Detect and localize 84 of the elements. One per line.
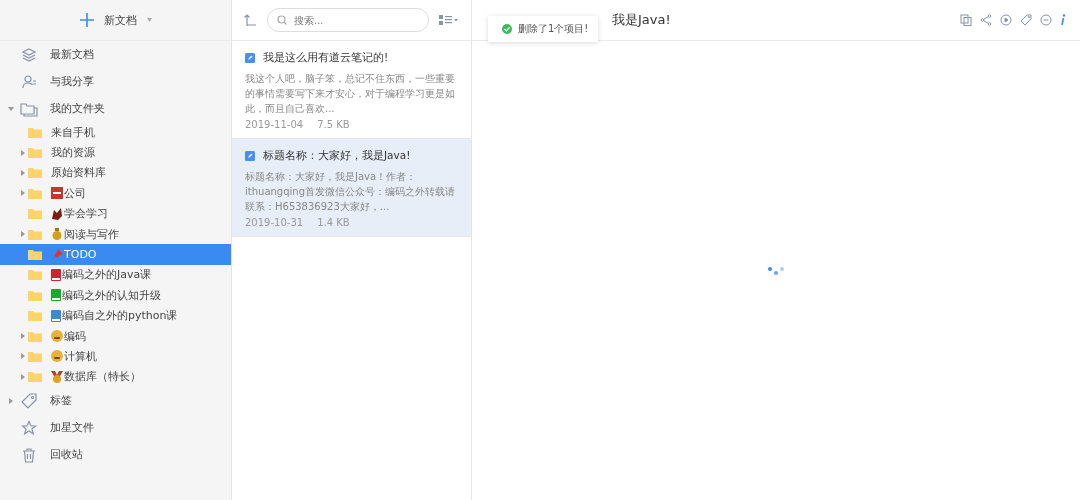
toast-message: 删除了1个项目! xyxy=(518,22,589,36)
note-icon xyxy=(245,53,255,63)
caret-right-icon[interactable] xyxy=(20,373,26,380)
folder-icon xyxy=(28,269,42,281)
sidebar-item[interactable]: 最新文档 xyxy=(50,47,94,62)
folder-icon xyxy=(28,289,42,301)
folder-icon xyxy=(28,249,42,261)
list-view-icon[interactable] xyxy=(439,15,459,25)
sidebar-item[interactable]: 与我分享 xyxy=(50,74,94,89)
note-date: 2019-11-04 xyxy=(245,119,304,130)
folder-item[interactable]: 编码 xyxy=(64,328,86,344)
no-entry-icon xyxy=(51,187,63,200)
folder-icon xyxy=(28,330,42,342)
sidebar-item[interactable]: 加星文件 xyxy=(50,420,94,436)
caret-down-icon[interactable] xyxy=(8,105,14,112)
smiley-icon xyxy=(51,350,63,363)
folder-item[interactable]: 我的资源 xyxy=(51,145,95,161)
caret-right-icon[interactable] xyxy=(20,353,26,360)
caret-right-icon[interactable] xyxy=(20,333,26,340)
trash-icon xyxy=(21,446,37,463)
caret-right-icon[interactable] xyxy=(20,169,26,176)
copy-icon[interactable] xyxy=(960,14,972,26)
folder-icon xyxy=(28,167,42,179)
share-icon[interactable] xyxy=(980,14,992,26)
caret-right-icon[interactable] xyxy=(8,397,14,404)
tag-icon[interactable] xyxy=(1020,14,1032,26)
note-title: 我是这么用有道云笔记的! xyxy=(263,51,389,65)
folder-icon xyxy=(28,228,42,240)
folder-icon xyxy=(28,310,42,322)
note-title: 标题名称：大家好，我是Java! xyxy=(263,149,411,163)
caret-down-icon xyxy=(146,18,152,22)
note-title: 我是Java! xyxy=(612,11,671,29)
smiley-icon xyxy=(51,330,63,343)
folder-item[interactable]: 编码之外的认知升级 xyxy=(62,287,161,303)
folder-item[interactable]: 学会学习 xyxy=(64,206,108,222)
star-icon xyxy=(21,419,37,436)
book-icon xyxy=(51,268,61,281)
note-date: 2019-10-31 xyxy=(245,217,304,228)
tag-icon xyxy=(21,392,37,409)
play-icon[interactable] xyxy=(1000,14,1012,26)
folder-icon xyxy=(28,208,42,220)
note-card[interactable]: 标题名称：大家好，我是Java! 标题名称：大家好，我是Java！作者：ithuangqing首发微信公众号：编码之外转载请联系：H653836923大家好，... 2019-10-31 1.4 KB xyxy=(232,139,471,237)
folder-item[interactable]: 计算机 xyxy=(64,349,97,364)
sidebar-item[interactable]: 回收站 xyxy=(50,447,83,463)
caret-right-icon[interactable] xyxy=(20,149,26,156)
folder-item[interactable]: 数据库（特长） xyxy=(64,369,141,385)
folder-icon xyxy=(28,187,42,199)
pushpin-icon xyxy=(51,248,63,261)
folder-icon xyxy=(28,147,42,159)
folder-item[interactable]: 编码自之外的python课 xyxy=(62,308,178,324)
folder-item[interactable]: 原始资料库 xyxy=(51,165,106,181)
folder-item[interactable]: 公司 xyxy=(64,185,86,201)
info-icon[interactable] xyxy=(1060,14,1066,26)
person-icon xyxy=(21,73,37,90)
splash-icon xyxy=(51,207,63,220)
new-document-button[interactable]: 新文档 xyxy=(75,8,156,32)
money-bag-icon xyxy=(51,228,63,241)
search-field[interactable]: 搜索... xyxy=(267,8,429,32)
folder-icon xyxy=(28,371,42,383)
folder-icon xyxy=(28,126,42,138)
folders-icon xyxy=(20,100,38,117)
folder-item[interactable]: 编码之外的Java课 xyxy=(62,267,152,283)
check-circle-icon xyxy=(502,24,512,34)
medal-icon xyxy=(51,370,63,383)
layers-icon xyxy=(21,46,37,63)
note-excerpt: 我这个人吧，脑子笨，总记不住东西，一些重要的事情需要写下来才安心，对于编程学习更是如此，而且自己喜欢... xyxy=(245,72,456,116)
note-size: 1.4 KB xyxy=(317,217,350,228)
note-size: 7.5 KB xyxy=(317,119,350,130)
book-icon xyxy=(51,289,61,302)
plus-icon xyxy=(79,13,94,27)
folder-icon xyxy=(28,351,42,362)
search-icon xyxy=(277,15,287,25)
caret-right-icon[interactable] xyxy=(20,231,26,238)
note-excerpt: 标题名称：大家好，我是Java！作者：ithuangqing首发微信公众号：编码之外转载请联系：H653836923大家好，... xyxy=(245,170,456,214)
caret-right-icon[interactable] xyxy=(20,190,26,197)
note-icon xyxy=(245,151,255,161)
folder-item[interactable]: 来自手机 xyxy=(51,124,95,140)
sidebar-item[interactable]: 标签 xyxy=(50,393,72,409)
folder-item[interactable]: 阅读与写作 xyxy=(64,226,119,242)
book-icon xyxy=(51,309,61,322)
more-icon[interactable] xyxy=(1040,14,1052,26)
loading-spinner-icon xyxy=(767,265,785,276)
up-level-icon[interactable] xyxy=(244,13,257,27)
sidebar-item[interactable]: 我的文件夹 xyxy=(50,101,105,116)
